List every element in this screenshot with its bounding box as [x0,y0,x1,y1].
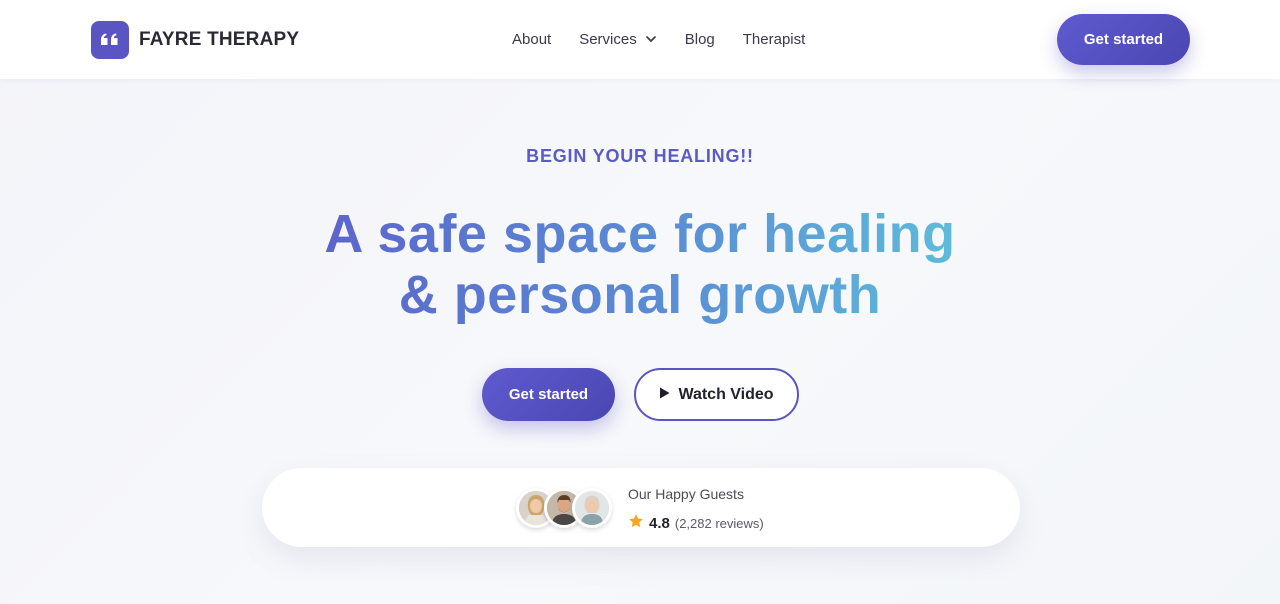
watch-video-label: Watch Video [678,385,774,403]
review-count: (2,282 reviews) [674,516,764,531]
guest-avatars [516,488,616,528]
hero-eyebrow: BEGIN YOUR HEALING!! [526,146,754,166]
brand-logo[interactable]: FAYRE THERAPY [91,21,299,59]
header-get-started-button[interactable]: Get started [1057,14,1190,65]
nav-services[interactable]: Services [579,31,657,48]
site-header: FAYRE THERAPY About Services Blog Therap… [0,0,1280,79]
quote-icon [91,21,129,59]
main-nav: About Services Blog Therapist [512,29,805,49]
nav-about[interactable]: About [512,31,551,48]
play-icon [659,386,670,404]
nav-blog-label: Blog [684,30,715,48]
page: FAYRE THERAPY About Services Blog Therap… [0,0,1280,604]
nav-services-label: Services [579,30,637,48]
chevron-down-icon [645,33,657,45]
rating-row: 4.8 (2,282 reviews) [628,513,764,534]
brand-name: FAYRE THERAPY [139,29,300,50]
happy-guests-label: Our Happy Guests [628,486,744,502]
nav-therapist-label: Therapist [742,30,806,48]
rating-value: 4.8 [649,515,670,532]
hero-headline-line-1: A safe space for healing [240,204,1040,265]
watch-video-button[interactable]: Watch Video [634,368,799,421]
star-icon [628,513,644,534]
nav-blog[interactable]: Blog [685,31,715,48]
nav-therapist[interactable]: Therapist [743,31,806,48]
nav-about-label: About [512,30,552,48]
hero-headline-line-2: & personal growth [240,265,1040,326]
hero-headline: A safe space for healing & personal grow… [240,204,1040,326]
hero-get-started-button[interactable]: Get started [482,368,615,421]
reviews-summary: Our Happy Guests 4.8 (2,282 reviews) [628,486,764,534]
avatar [572,488,612,528]
